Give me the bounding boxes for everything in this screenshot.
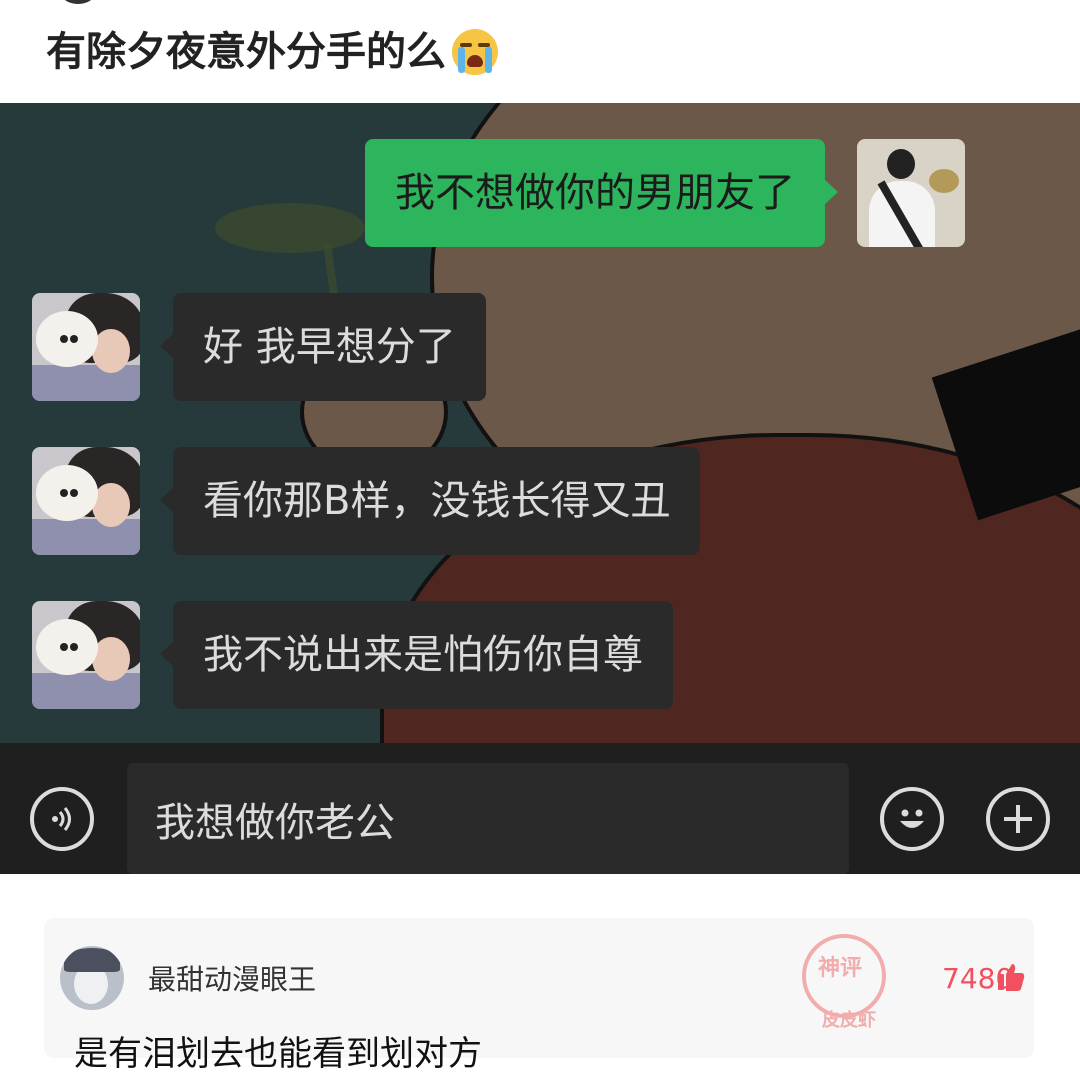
post-title-text: 有除夕夜意外分手的么 bbox=[46, 29, 446, 75]
cropped-avatar-top bbox=[60, 0, 96, 4]
shenping-watermark: 神评 皮皮虾 bbox=[774, 928, 914, 1038]
message-input[interactable]: 我想做你老公 bbox=[127, 763, 849, 874]
watermark-line1: 神评 bbox=[818, 956, 863, 981]
comment-text: 是有泪划去也能看到划对方 bbox=[74, 1034, 482, 1074]
contact-avatar[interactable] bbox=[32, 601, 140, 709]
crying-emoji-icon bbox=[452, 29, 498, 75]
contact-avatar[interactable] bbox=[32, 293, 140, 401]
emoji-button[interactable] bbox=[880, 787, 944, 851]
smiley-icon bbox=[900, 809, 924, 828]
watermark-line2: 皮皮虾 bbox=[822, 1010, 876, 1031]
message-incoming: 好 我早想分了 bbox=[32, 293, 486, 401]
post-title: 有除夕夜意外分手的么 bbox=[46, 22, 498, 82]
background-leaf bbox=[215, 203, 365, 253]
message-incoming: 我不说出来是怕伤你自尊 bbox=[32, 601, 673, 709]
contact-avatar[interactable] bbox=[32, 447, 140, 555]
voice-input-button[interactable] bbox=[30, 787, 94, 851]
plus-icon bbox=[1004, 805, 1032, 833]
top-comment[interactable]: 最甜动漫眼王 神评 皮皮虾 7480 是有泪划去也能看到划对方 bbox=[44, 918, 1034, 1074]
commenter-username[interactable]: 最甜动漫眼王 bbox=[148, 958, 316, 998]
message-bubble[interactable]: 好 我早想分了 bbox=[160, 293, 486, 401]
more-options-button[interactable] bbox=[986, 787, 1050, 851]
message-bubble[interactable]: 我不想做你的男朋友了 bbox=[365, 139, 838, 247]
message-bubble[interactable]: 我不说出来是怕伤你自尊 bbox=[160, 601, 673, 709]
chat-screenshot: 我不想做你的男朋友了 好 我早想分了 看你那B样，没钱长得又丑 我不说出来是怕伤… bbox=[0, 103, 1080, 874]
thumbs-up-icon[interactable] bbox=[996, 962, 1026, 992]
commenter-avatar[interactable] bbox=[60, 946, 124, 1010]
message-incoming: 看你那B样，没钱长得又丑 bbox=[32, 447, 701, 555]
message-outgoing: 我不想做你的男朋友了 bbox=[365, 139, 965, 247]
voice-icon bbox=[52, 807, 71, 831]
self-avatar[interactable] bbox=[857, 139, 965, 247]
chat-input-bar: 我想做你老公 bbox=[0, 743, 1080, 874]
message-bubble[interactable]: 看你那B样，没钱长得又丑 bbox=[159, 447, 701, 555]
